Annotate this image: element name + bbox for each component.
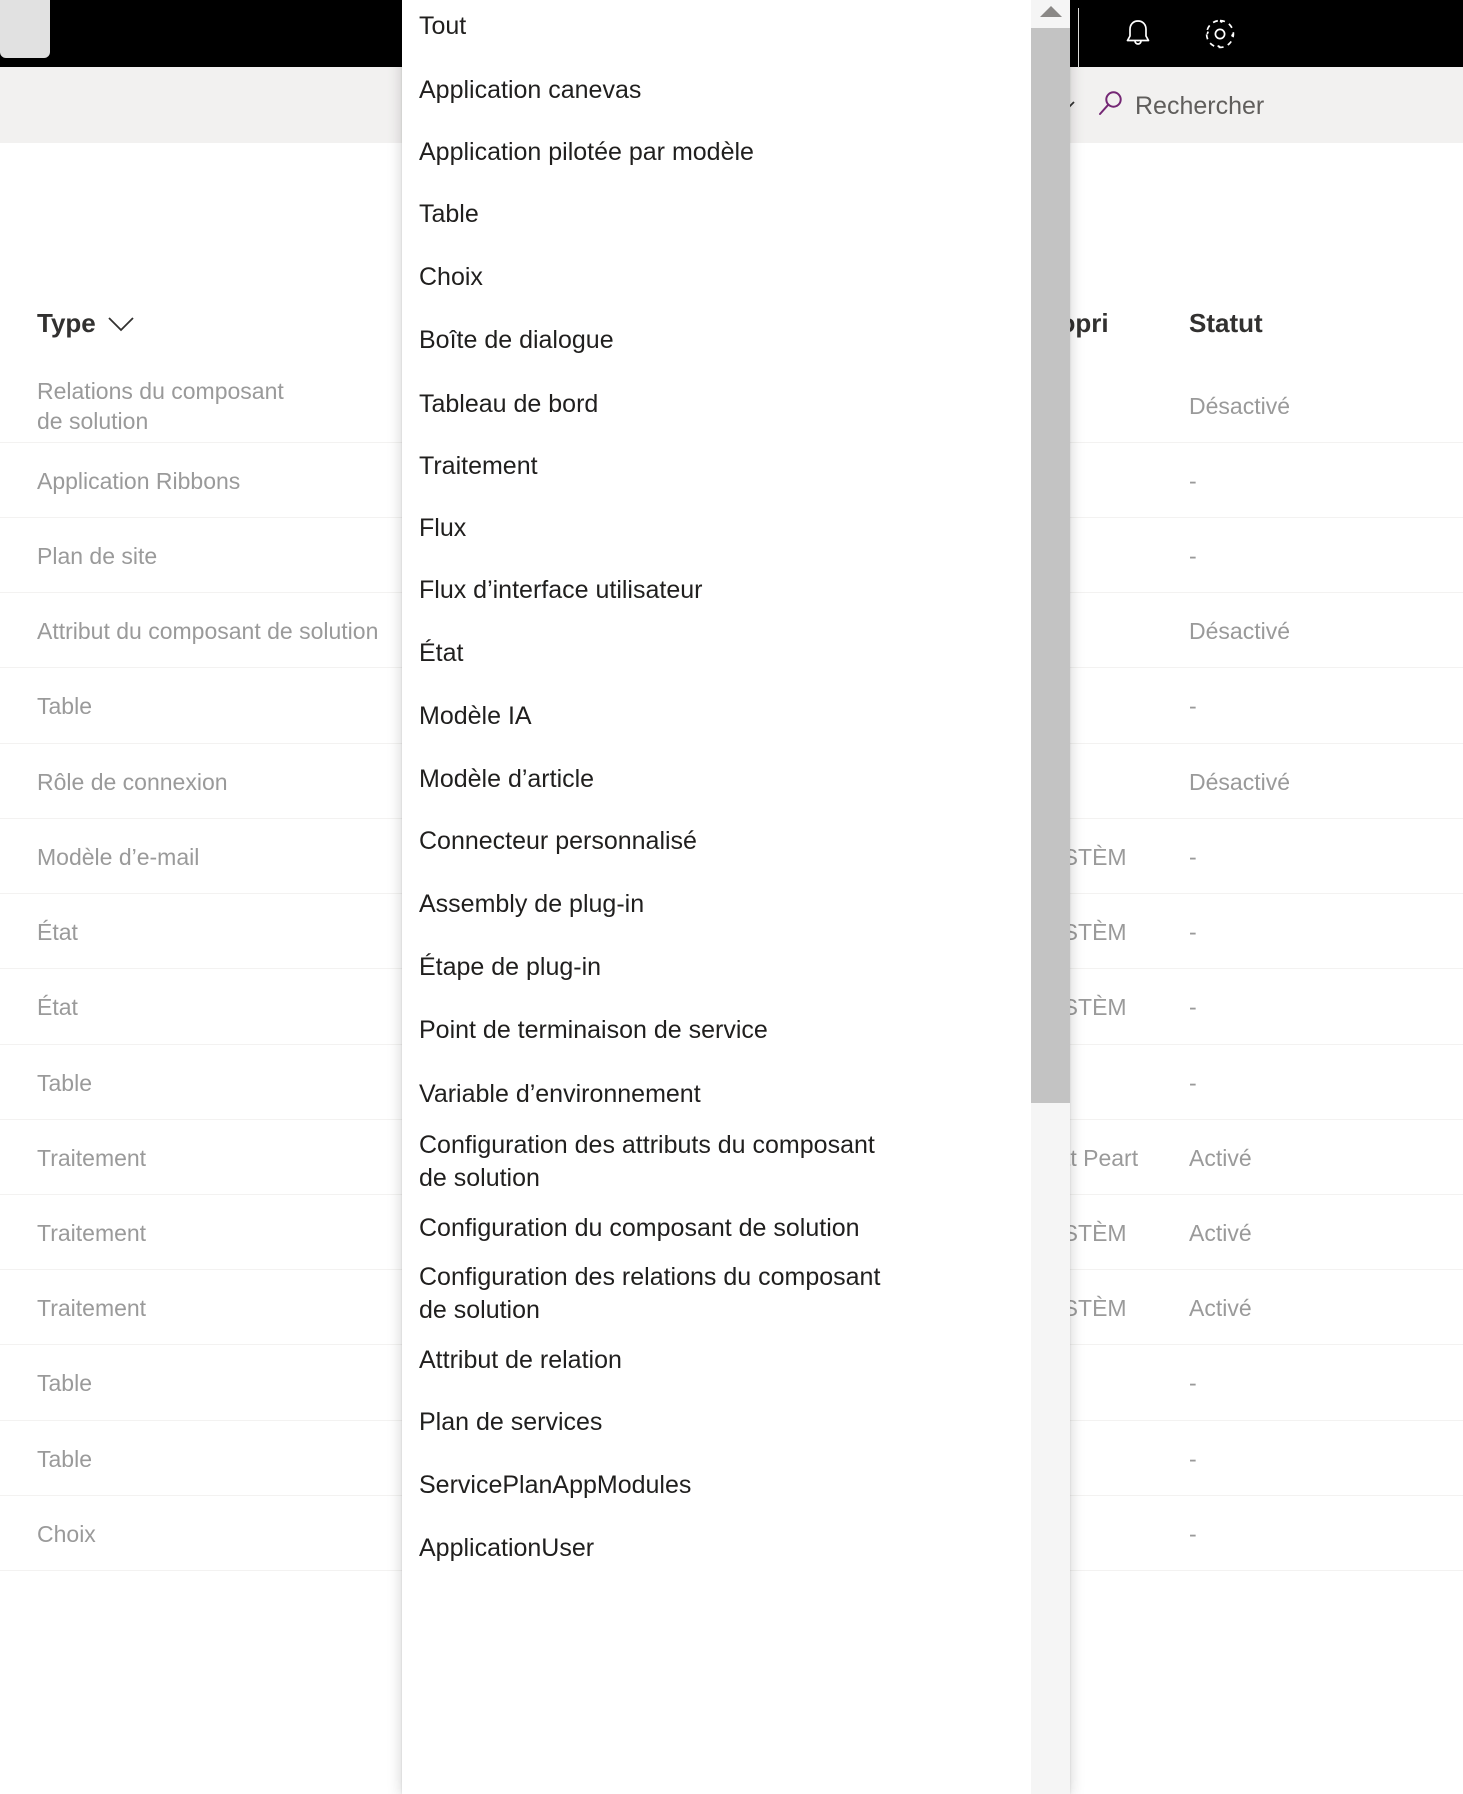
cell-state: -	[1189, 1446, 1197, 1472]
cell-type: Traitement	[37, 1145, 147, 1171]
cell-state: Activé	[1189, 1145, 1252, 1171]
cell-state: Activé	[1189, 1295, 1252, 1321]
column-header-type[interactable]: Type	[37, 308, 134, 339]
type-filter-option[interactable]: Configuration des relations du composant…	[402, 1259, 1031, 1329]
type-filter-option[interactable]: ServicePlanAppModules	[402, 1454, 1031, 1517]
type-filter-option[interactable]: Variable d’environnement	[402, 1062, 1031, 1126]
cell-type: État	[37, 994, 78, 1020]
dropdown-scrollbar-thumb[interactable]	[1031, 28, 1070, 1103]
cell-type: Traitement	[37, 1220, 147, 1246]
cell-type: Application Ribbons	[37, 468, 241, 494]
cell-type: Table	[37, 693, 92, 719]
cell-type: Choix	[37, 1521, 96, 1547]
type-filter-option[interactable]: Application canevas	[402, 58, 1031, 122]
cell-type: Table	[37, 1370, 92, 1396]
type-filter-option[interactable]: Attribut de relation	[402, 1329, 1031, 1391]
cell-type: Attribut du composant de solution	[37, 618, 379, 644]
type-filter-option[interactable]: État	[402, 621, 1031, 685]
cell-type: Table	[37, 1070, 92, 1096]
triangle-up-icon[interactable]	[1031, 0, 1070, 28]
type-filter-option[interactable]: Flux d’interface utilisateur	[402, 559, 1031, 621]
type-filter-option[interactable]: Boîte de dialogue	[402, 309, 1031, 372]
cell-state: -	[1189, 994, 1197, 1020]
cell-state: -	[1189, 1521, 1197, 1547]
cell-state: Activé	[1189, 1220, 1252, 1246]
app-launcher-tile[interactable]	[0, 0, 50, 58]
type-filter-option[interactable]: Flux	[402, 497, 1031, 559]
cell-state: -	[1189, 1370, 1197, 1396]
column-header-state-label: Statut	[1189, 308, 1263, 338]
cell-state: -	[1189, 543, 1197, 569]
type-filter-option[interactable]: Assembly de plug-in	[402, 873, 1031, 935]
bell-icon[interactable]	[1116, 12, 1160, 56]
column-header-type-label: Type	[37, 308, 96, 338]
cell-state: -	[1189, 1070, 1197, 1096]
cell-state: -	[1189, 693, 1197, 719]
cell-type: Table	[37, 1446, 92, 1472]
cell-type: Modèle d’e-mail	[37, 844, 200, 870]
toolbar-divider	[1078, 8, 1079, 68]
cell-state: -	[1189, 468, 1197, 494]
type-filter-option[interactable]: Point de terminaison de service	[402, 999, 1031, 1062]
type-filter-option-list: Tout Application canevas Application pilot…	[402, 0, 1031, 1580]
search-button[interactable]: Rechercher	[1096, 78, 1264, 134]
gear-icon[interactable]	[1198, 12, 1242, 56]
solution-components-page: Type Propri Statut Relations du composan…	[0, 0, 1463, 1794]
type-filter-option[interactable]: Tout	[402, 0, 1031, 58]
type-filter-option[interactable]: Traitement	[402, 436, 1031, 497]
chevron-down-icon	[108, 308, 134, 339]
cell-type: État	[37, 919, 78, 945]
type-filter-option[interactable]: Tableau de bord	[402, 372, 1031, 436]
type-filter-option[interactable]: Application pilotée par modèle	[402, 122, 1031, 183]
type-filter-option[interactable]: Étape de plug-in	[402, 935, 1031, 999]
type-filter-option[interactable]: Configuration du composant de solution	[402, 1198, 1031, 1259]
type-filter-option[interactable]: Modèle d’article	[402, 748, 1031, 810]
dropdown-scrollbar[interactable]	[1031, 0, 1070, 1794]
type-filter-option[interactable]: Plan de services	[402, 1391, 1031, 1454]
cell-state: Désactivé	[1189, 769, 1290, 795]
cell-type: Plan de site	[37, 543, 158, 569]
type-filter-option[interactable]: Choix	[402, 246, 1031, 309]
type-filter-option[interactable]: Modèle IA	[402, 685, 1031, 748]
type-filter-option[interactable]: Table	[402, 183, 1031, 246]
type-filter-option[interactable]: Configuration des attributs du composant…	[402, 1126, 1031, 1198]
column-header-state[interactable]: Statut	[1189, 308, 1263, 339]
cell-state: -	[1189, 919, 1197, 945]
cell-type: Relations du composant de solution	[37, 378, 284, 434]
type-filter-option[interactable]: ApplicationUser	[402, 1517, 1031, 1580]
cell-state: Désactivé	[1189, 393, 1290, 419]
type-filter-option[interactable]: Connecteur personnalisé	[402, 810, 1031, 873]
cell-state: Désactivé	[1189, 618, 1290, 644]
type-filter-dropdown: Tout Application canevas Application pilot…	[402, 0, 1070, 1794]
cell-type: Traitement	[37, 1295, 147, 1321]
search-label: Rechercher	[1135, 91, 1265, 120]
search-icon	[1096, 88, 1126, 125]
cell-type: Rôle de connexion	[37, 769, 228, 795]
cell-state: -	[1189, 844, 1197, 870]
